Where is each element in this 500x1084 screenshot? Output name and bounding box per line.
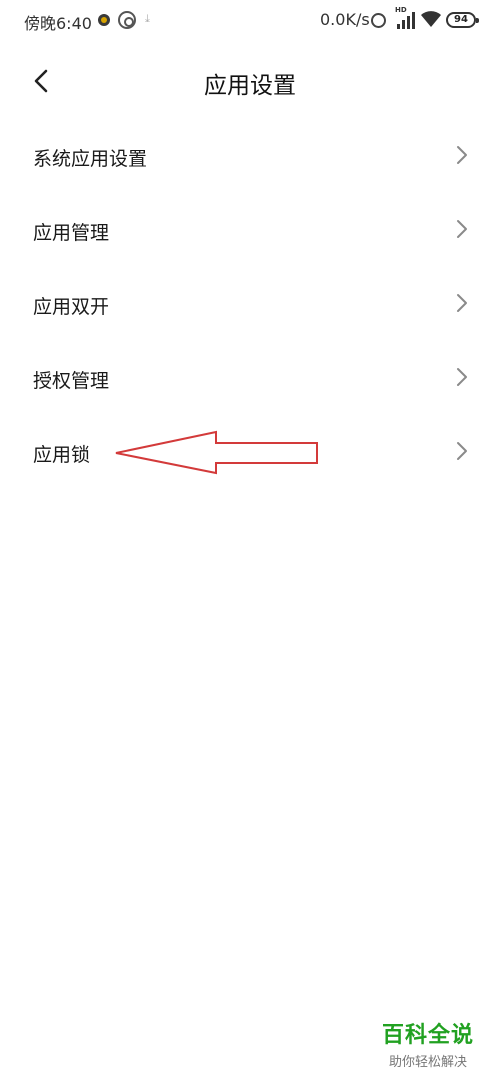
- setting-item-label: 应用双开: [33, 296, 110, 318]
- chevron-right-icon: [456, 145, 468, 165]
- header: 应用设置: [0, 52, 500, 112]
- hotspot-icon: [118, 11, 136, 29]
- chevron-right-icon: [456, 293, 468, 313]
- chevron-right-icon: [456, 219, 468, 239]
- setting-item-label: 系统应用设置: [33, 148, 148, 170]
- setting-item-label: 应用锁: [33, 444, 91, 466]
- watermark-title: 百科全说: [381, 1023, 474, 1048]
- setting-item-permissions[interactable]: 授权管理: [0, 342, 500, 416]
- watermark: 百科全说 助你轻松解决: [368, 1017, 488, 1070]
- setting-item-system-app-settings[interactable]: 系统应用设置: [0, 120, 500, 194]
- chevron-right-icon: [456, 441, 468, 461]
- setting-item-dual-apps[interactable]: 应用双开: [0, 268, 500, 342]
- network-speed: 0.0K/s: [320, 10, 370, 29]
- notification-icon: [98, 14, 110, 26]
- watermark-subtitle: 助你轻松解决: [388, 1055, 467, 1070]
- status-bar: 傍晚6:40 ⤓ 0.0K/s HD 94: [0, 0, 500, 40]
- setting-item-app-management[interactable]: 应用管理: [0, 194, 500, 268]
- signal-icon: [395, 11, 415, 29]
- annotation-arrow-icon: [115, 430, 318, 475]
- alarm-icon: [371, 13, 386, 28]
- page-title: 应用设置: [204, 73, 296, 99]
- download-icon: ⤓: [145, 12, 150, 25]
- battery-level: 94: [454, 14, 468, 25]
- setting-item-label: 授权管理: [33, 370, 110, 392]
- chevron-right-icon: [456, 367, 468, 387]
- setting-item-label: 应用管理: [33, 222, 110, 244]
- battery-icon: 94: [446, 12, 479, 28]
- status-time: 傍晚6:40: [24, 14, 92, 33]
- wifi-icon: [420, 10, 442, 28]
